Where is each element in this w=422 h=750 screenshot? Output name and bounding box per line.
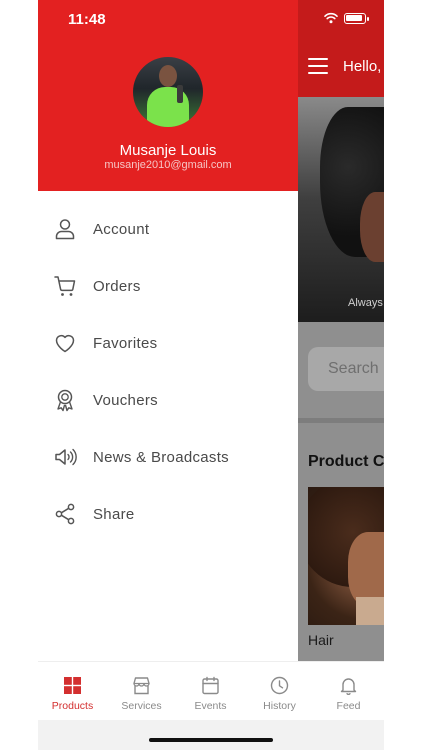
menu-item-favorites[interactable]: Favorites (38, 315, 298, 372)
share-icon (55, 503, 75, 525)
home-indicator[interactable] (149, 738, 273, 742)
status-bar: 11:48 (38, 0, 384, 40)
speaker-icon (55, 448, 77, 466)
heart-icon (55, 334, 75, 353)
menu-item-vouchers[interactable]: Vouchers (38, 372, 298, 429)
home-indicator-area (38, 720, 384, 750)
menu-label-favorites: Favorites (93, 335, 158, 352)
bell-icon (340, 678, 357, 695)
tab-services[interactable]: Services (107, 662, 176, 721)
tab-products[interactable]: Products (38, 662, 107, 721)
grid-icon (64, 677, 81, 694)
hamburger-menu-icon[interactable] (308, 58, 328, 74)
cart-icon (54, 276, 76, 296)
tab-label-events: Events (194, 700, 227, 712)
clock-icon (270, 676, 289, 695)
wifi-icon (324, 12, 338, 24)
tab-feed[interactable]: Feed (314, 662, 383, 721)
menu-label-vouchers: Vouchers (93, 392, 158, 409)
avatar[interactable] (133, 57, 203, 127)
tab-label-products: Products (51, 700, 94, 712)
user-name: Musanje Louis (119, 142, 217, 159)
hero-banner[interactable]: Always (298, 97, 384, 322)
bottom-tab-bar: Products Services Events History Feed (38, 661, 384, 720)
battery-icon (344, 13, 369, 24)
product-category-image[interactable] (308, 487, 384, 625)
tab-history[interactable]: History (245, 662, 314, 721)
user-email: musanje2010@gmail.com (104, 159, 232, 171)
hero-caption: Always (348, 297, 383, 309)
tab-events[interactable]: Events (176, 662, 245, 721)
product-category-label: Hair (308, 632, 334, 648)
menu-item-orders[interactable]: Orders (38, 258, 298, 315)
tab-label-services: Services (121, 700, 162, 712)
tab-label-feed: Feed (336, 700, 361, 712)
section-title: Product C (308, 453, 384, 470)
menu-label-share: Share (93, 506, 135, 523)
section-divider (298, 418, 384, 423)
navigation-drawer: Musanje Louis musanje2010@gmail.com Acco… (38, 0, 298, 661)
greeting-text: Hello, (343, 58, 382, 75)
store-icon (133, 677, 150, 695)
phone-screen: Hello, Always Search Product C Hair Musa… (38, 0, 384, 750)
search-placeholder: Search (328, 360, 379, 377)
menu-label-orders: Orders (93, 278, 141, 295)
calendar-icon (202, 676, 219, 695)
menu-item-news-broadcasts[interactable]: News & Broadcasts (38, 429, 298, 486)
tab-label-history: History (263, 700, 296, 712)
menu-item-account[interactable]: Account (38, 201, 298, 258)
ribbon-icon (57, 389, 73, 412)
menu-label-account: Account (93, 221, 150, 238)
status-time: 11:48 (68, 11, 106, 28)
menu-label-news-broadcasts: News & Broadcasts (93, 449, 229, 466)
person-icon (55, 219, 75, 240)
menu-item-share[interactable]: Share (38, 486, 298, 543)
